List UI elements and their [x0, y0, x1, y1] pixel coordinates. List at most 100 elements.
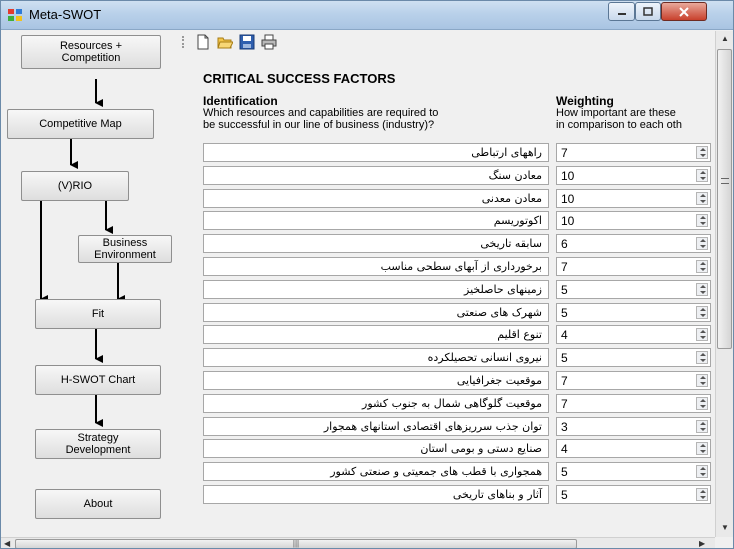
- horizontal-scroll-thumb[interactable]: |||: [15, 539, 577, 548]
- factor-name-input[interactable]: صنایع دستی و بومی استان: [203, 439, 549, 458]
- weight-value[interactable]: 7: [561, 146, 568, 160]
- weight-spinner[interactable]: 7: [556, 394, 711, 413]
- vrio-button[interactable]: (V)RIO: [21, 171, 129, 201]
- factor-name-input[interactable]: موقعیت جغرافیایی: [203, 371, 549, 390]
- maximize-icon: [643, 7, 653, 16]
- navigation-panel: Resources + Competition Competitive Map …: [1, 31, 179, 537]
- weight-spinner[interactable]: 4: [556, 325, 711, 344]
- toolbar: [179, 31, 299, 53]
- weight-value[interactable]: 5: [561, 351, 568, 365]
- factor-name-input[interactable]: همجواری با قطب های جمعیتی و صنعتی کشور: [203, 462, 549, 481]
- factor-name-input[interactable]: معادن سنگ: [203, 166, 549, 185]
- competitive-map-button[interactable]: Competitive Map: [7, 109, 154, 139]
- minimize-button[interactable]: [608, 2, 635, 21]
- weight-value[interactable]: 10: [561, 169, 574, 183]
- title-bar[interactable]: Meta-SWOT: [1, 1, 733, 30]
- weight-value[interactable]: 5: [561, 488, 568, 502]
- h-swot-chart-button[interactable]: H-SWOT Chart: [35, 365, 161, 395]
- spin-arrows-icon[interactable]: [696, 237, 708, 250]
- scroll-up-icon[interactable]: ▲: [721, 34, 729, 43]
- factor-name-input[interactable]: سابقه تاریخی: [203, 234, 549, 253]
- weighting-description: How important are these in comparison to…: [556, 107, 682, 131]
- spin-arrows-icon[interactable]: [696, 488, 708, 501]
- scroll-down-icon[interactable]: ▼: [721, 523, 729, 532]
- factor-name-input[interactable]: معادن معدنی: [203, 189, 549, 208]
- weight-spinner[interactable]: 7: [556, 143, 711, 162]
- factor-name-input[interactable]: آثار و بناهای تاریخی: [203, 485, 549, 504]
- weighting-title: Weighting: [556, 94, 614, 108]
- weight-spinner[interactable]: 7: [556, 257, 711, 276]
- weight-value[interactable]: 5: [561, 306, 568, 320]
- weight-spinner[interactable]: 6: [556, 234, 711, 253]
- weight-spinner[interactable]: 4: [556, 439, 711, 458]
- weight-spinner[interactable]: 10: [556, 211, 711, 230]
- window-title: Meta-SWOT: [29, 7, 102, 22]
- spin-arrows-icon[interactable]: [696, 397, 708, 410]
- weight-spinner[interactable]: 5: [556, 485, 711, 504]
- weight-value[interactable]: 10: [561, 214, 574, 228]
- horizontal-grip: |||: [292, 539, 300, 548]
- strategy-development-button[interactable]: Strategy Development: [35, 429, 161, 459]
- vertical-scrollbar[interactable]: ▲ ▼: [715, 31, 733, 537]
- resources-competition-button[interactable]: Resources + Competition: [21, 35, 161, 69]
- horizontal-scrollbar[interactable]: ◀ ||| ▶: [1, 537, 715, 548]
- weight-spinner[interactable]: 10: [556, 189, 711, 208]
- identification-description: Which resources and capabilities are req…: [203, 107, 439, 131]
- weight-value[interactable]: 7: [561, 260, 568, 274]
- spin-arrows-icon[interactable]: [696, 420, 708, 433]
- spin-arrows-icon[interactable]: [696, 306, 708, 319]
- print-icon[interactable]: [261, 34, 277, 50]
- close-button[interactable]: [661, 2, 707, 21]
- spin-arrows-icon[interactable]: [696, 169, 708, 182]
- scroll-left-icon[interactable]: ◀: [4, 539, 10, 548]
- weight-spinner[interactable]: 5: [556, 462, 711, 481]
- save-icon[interactable]: [239, 34, 255, 50]
- app-icon: [8, 9, 22, 21]
- factor-name-input[interactable]: نیروی انسانی تحصیلکرده: [203, 348, 549, 367]
- toolbar-grip: [182, 36, 185, 48]
- scroll-right-icon[interactable]: ▶: [699, 539, 705, 548]
- weight-spinner[interactable]: 7: [556, 371, 711, 390]
- weight-value[interactable]: 10: [561, 192, 574, 206]
- spin-arrows-icon[interactable]: [696, 374, 708, 387]
- spin-arrows-icon[interactable]: [696, 328, 708, 341]
- weight-spinner[interactable]: 10: [556, 166, 711, 185]
- factor-name-input[interactable]: برخورداری از آبهای سطحی مناسب: [203, 257, 549, 276]
- weight-value[interactable]: 4: [561, 328, 568, 342]
- factor-name-input[interactable]: زمینهای حاصلخیز: [203, 280, 549, 299]
- factor-name-input[interactable]: تنوع اقلیم: [203, 325, 549, 344]
- spin-arrows-icon[interactable]: [696, 146, 708, 159]
- weight-spinner[interactable]: 3: [556, 417, 711, 436]
- spin-arrows-icon[interactable]: [696, 283, 708, 296]
- spin-arrows-icon[interactable]: [696, 260, 708, 273]
- factor-name-input[interactable]: اکوتوریسم: [203, 211, 549, 230]
- close-icon: [679, 6, 689, 17]
- maximize-button[interactable]: [635, 2, 661, 21]
- about-button[interactable]: About: [35, 489, 161, 519]
- factor-name-input[interactable]: توان جذب سرریزهای اقتصادی استانهای همجوا…: [203, 417, 549, 436]
- vertical-scroll-thumb[interactable]: [717, 49, 732, 349]
- spin-arrows-icon[interactable]: [696, 465, 708, 478]
- business-environment-button[interactable]: Business Environment: [78, 235, 172, 263]
- new-icon[interactable]: [195, 34, 211, 50]
- spin-arrows-icon[interactable]: [696, 351, 708, 364]
- spin-arrows-icon[interactable]: [696, 192, 708, 205]
- spin-arrows-icon[interactable]: [696, 214, 708, 227]
- factor-name-input[interactable]: شهرک های صنعتی: [203, 303, 549, 322]
- weight-value[interactable]: 7: [561, 374, 568, 388]
- fit-button[interactable]: Fit: [35, 299, 161, 329]
- weight-value[interactable]: 6: [561, 237, 568, 251]
- weight-spinner[interactable]: 5: [556, 348, 711, 367]
- weight-value[interactable]: 4: [561, 442, 568, 456]
- weight-spinner[interactable]: 5: [556, 303, 711, 322]
- weight-value[interactable]: 3: [561, 420, 568, 434]
- factor-name-input[interactable]: راههای ارتباطی: [203, 143, 549, 162]
- weight-value[interactable]: 7: [561, 397, 568, 411]
- open-icon[interactable]: [217, 34, 233, 50]
- factor-name-input[interactable]: موقعیت گلوگاهی شمال به جنوب کشور: [203, 394, 549, 413]
- weight-spinner[interactable]: 5: [556, 280, 711, 299]
- scroll-grip-icon: [721, 178, 729, 184]
- weight-value[interactable]: 5: [561, 283, 568, 297]
- spin-arrows-icon[interactable]: [696, 442, 708, 455]
- weight-value[interactable]: 5: [561, 465, 568, 479]
